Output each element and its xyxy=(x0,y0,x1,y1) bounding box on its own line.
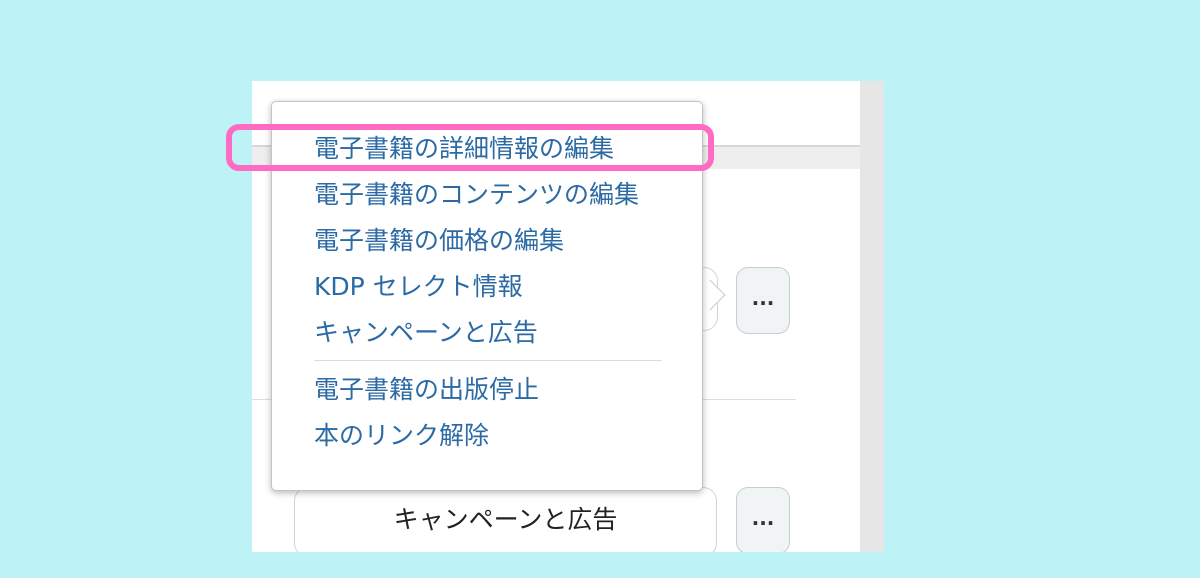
menu-item-edit-price[interactable]: 電子書籍の価格の編集 xyxy=(314,218,702,264)
menu-item-unlink-book[interactable]: 本のリンク解除 xyxy=(314,413,702,459)
menu-separator xyxy=(314,360,662,361)
menu-item-unpublish[interactable]: 電子書籍の出版停止 xyxy=(314,367,702,413)
more-options-button[interactable]: ... xyxy=(736,267,790,334)
actions-dropdown-menu: 電子書籍の詳細情報の編集 電子書籍のコンテンツの編集 電子書籍の価格の編集 KD… xyxy=(271,101,703,491)
menu-item-edit-content[interactable]: 電子書籍のコンテンツの編集 xyxy=(314,172,702,218)
menu-item-campaigns[interactable]: キャンペーンと広告 xyxy=(314,310,702,356)
kdp-bookshelf-panel: ... キャンペーンと広告 ... 電子書籍の詳細情報の編集 電子書籍のコンテン… xyxy=(252,81,884,552)
scrollbar[interactable] xyxy=(860,81,884,552)
menu-item-edit-details[interactable]: 電子書籍の詳細情報の編集 xyxy=(314,126,702,172)
more-options-button-2[interactable]: ... xyxy=(736,487,790,552)
menu-item-kdp-select[interactable]: KDP セレクト情報 xyxy=(314,264,702,310)
campaign-ads-button[interactable]: キャンペーンと広告 xyxy=(294,487,717,552)
